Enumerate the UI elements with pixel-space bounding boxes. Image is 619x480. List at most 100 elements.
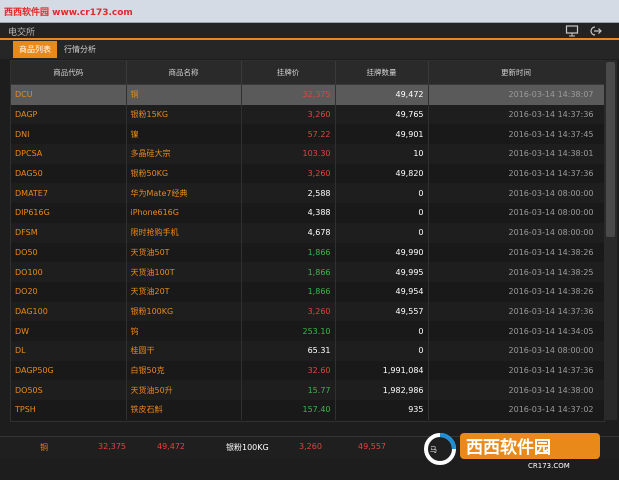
table-row[interactable]: DFSM 限时抢购手机 4,678 0 2016-03-14 08:00:00 xyxy=(11,222,604,243)
cell-code: DAGP xyxy=(11,104,127,125)
cell-price: 1,866 xyxy=(241,281,336,302)
table-row[interactable]: DAG100 银粉100KG 3,260 49,557 2016-03-14 14:37… xyxy=(11,301,604,322)
cell-code: DNI xyxy=(11,124,127,145)
app-header: 电交所 xyxy=(0,23,619,40)
cell-code: DO20 xyxy=(11,281,127,302)
cell-code: DO50S xyxy=(11,380,127,400)
cell-quantity: 49,765 xyxy=(335,104,429,125)
cell-quantity: 935 xyxy=(335,400,429,420)
cell-quantity: 49,901 xyxy=(335,124,429,145)
column-header-quantity[interactable]: 挂牌数量 xyxy=(335,61,429,85)
footer-item2-name: 银粉100KG xyxy=(226,443,269,452)
cell-update-time: 2016-03-14 14:37:36 xyxy=(428,360,604,381)
cell-code: DO100 xyxy=(11,262,127,282)
cell-price: 2,588 xyxy=(241,183,336,204)
cell-price: 57.22 xyxy=(241,124,336,145)
cell-code: DCU xyxy=(11,84,127,105)
cell-update-time: 2016-03-14 14:37:36 xyxy=(428,301,604,322)
cell-price: 103.30 xyxy=(241,144,336,164)
cell-price: 157.40 xyxy=(241,400,336,420)
tab-market-analysis[interactable]: 行情分析 xyxy=(58,41,102,58)
cell-name: 天货油50T xyxy=(126,242,242,263)
cell-update-time: 2016-03-14 14:37:36 xyxy=(428,163,604,184)
column-header-price[interactable]: 挂牌价 xyxy=(241,61,336,85)
table-row[interactable]: DMATE7 华为Mate7经典 2,588 0 2016-03-14 08:00:00 xyxy=(11,183,604,204)
cell-quantity: 0 xyxy=(335,321,429,341)
cell-quantity: 1,991,084 xyxy=(335,360,429,381)
table-row[interactable]: DPCSA 多晶硅大宗 103.30 10 2016-03-14 14:38:01 xyxy=(11,144,604,164)
cell-code: DIP616G xyxy=(11,203,127,223)
window-titlebar: 西西软件园 www.cr173.com xyxy=(0,0,619,23)
cell-name: 白银50克 xyxy=(126,360,242,381)
app-title: 电交所 xyxy=(8,28,36,38)
cell-quantity: 10 xyxy=(335,144,429,164)
cell-name: iPhone616G xyxy=(126,203,242,223)
cell-name: 银粉100KG xyxy=(126,301,242,322)
cell-code: DAG100 xyxy=(11,301,127,322)
scrollbar-thumb[interactable] xyxy=(606,62,615,237)
cell-name: 限时抢购手机 xyxy=(126,222,242,243)
footer-item2-price: 3,260 xyxy=(299,442,322,451)
table-row[interactable]: DCU 铜 32,375 49,472 2016-03-14 14:38:07 xyxy=(11,84,604,105)
table-row[interactable]: DO50S 天货油50升 15.77 1,982,986 2016-03-14 14:3… xyxy=(11,380,604,400)
cell-price: 3,260 xyxy=(241,104,336,125)
table-row[interactable]: DO100 天货油100T 1,866 49,995 2016-03-14 14:38:… xyxy=(11,262,604,282)
cell-update-time: 2016-03-14 14:37:36 xyxy=(428,104,604,125)
table-header-row: 商品代码 商品名称 挂牌价 挂牌数量 更新时间 xyxy=(11,61,604,85)
cell-code: TPSH xyxy=(11,400,127,420)
cell-name: 铁皮石斛 xyxy=(126,400,242,420)
cell-name: 天货油100T xyxy=(126,262,242,282)
footer-item1-price: 32,375 xyxy=(98,442,126,451)
cell-name: 华为Mate7经典 xyxy=(126,183,242,204)
cell-update-time: 2016-03-14 14:38:00 xyxy=(428,380,604,400)
cell-name: 镍 xyxy=(126,124,242,145)
cell-price: 32.60 xyxy=(241,360,336,381)
cell-quantity: 49,557 xyxy=(335,301,429,322)
cell-quantity: 0 xyxy=(335,340,429,361)
cell-update-time: 2016-03-14 08:00:00 xyxy=(428,222,604,243)
cell-update-time: 2016-03-14 08:00:00 xyxy=(428,340,604,361)
column-header-code[interactable]: 商品代码 xyxy=(11,61,127,85)
table-row[interactable]: DIP616G iPhone616G 4,388 0 2016-03-14 08:00:… xyxy=(11,203,604,223)
footer-item2-qty: 49,557 xyxy=(358,442,386,451)
cell-quantity: 49,954 xyxy=(335,281,429,302)
cell-code: DMATE7 xyxy=(11,183,127,204)
cell-price: 253.10 xyxy=(241,321,336,341)
cell-update-time: 2016-03-14 14:38:01 xyxy=(428,144,604,164)
table-row[interactable]: TPSH 铁皮石斛 157.40 935 2016-03-14 14:37:02 xyxy=(11,400,604,420)
cell-code: DAGP50G xyxy=(11,360,127,381)
monitor-icon[interactable] xyxy=(565,25,579,37)
table-row[interactable]: DNI 镍 57.22 49,901 2016-03-14 14:37:45 xyxy=(11,124,604,145)
cell-name: 钨 xyxy=(126,321,242,341)
footer-item1-qty: 49,472 xyxy=(157,442,185,451)
column-header-update-time[interactable]: 更新时间 xyxy=(428,61,604,85)
cell-name: 多晶硅大宗 xyxy=(126,144,242,164)
logo-prefix-text: 马 xyxy=(430,446,437,454)
table-row[interactable]: DL 桂圆干 65.31 0 2016-03-14 08:00:00 xyxy=(11,340,604,361)
cell-name: 铜 xyxy=(126,84,242,105)
cell-code: DL xyxy=(11,340,127,361)
table-row[interactable]: DO20 天货油20T 1,866 49,954 2016-03-14 14:38:26 xyxy=(11,281,604,302)
site-logo-watermark: 马 西西软件园 CR173.COM xyxy=(420,427,606,471)
cell-update-time: 2016-03-14 14:38:26 xyxy=(428,281,604,302)
cell-price: 1,866 xyxy=(241,242,336,263)
cell-code: DO50 xyxy=(11,242,127,263)
logo-sub-text: CR173.COM xyxy=(528,462,570,470)
cell-name: 天货油50升 xyxy=(126,380,242,400)
cell-name: 银粉15KG xyxy=(126,104,242,125)
cell-quantity: 1,982,986 xyxy=(335,380,429,400)
cell-name: 银粉50KG xyxy=(126,163,242,184)
table-row[interactable]: DW 钨 253.10 0 2016-03-14 14:34:05 xyxy=(11,321,604,341)
cell-price: 3,260 xyxy=(241,301,336,322)
table-row[interactable]: DAG50 银粉50KG 3,260 49,820 2016-03-14 14:37:3… xyxy=(11,163,604,184)
table-row[interactable]: DO50 天货油50T 1,866 49,990 2016-03-14 14:38:26 xyxy=(11,242,604,263)
table-row[interactable]: DAGP50G 白银50克 32.60 1,991,084 2016-03-14 14:… xyxy=(11,360,604,381)
vertical-scrollbar[interactable] xyxy=(604,60,617,420)
logout-icon[interactable] xyxy=(588,25,602,37)
cell-price: 15.77 xyxy=(241,380,336,400)
cell-code: DW xyxy=(11,321,127,341)
cell-price: 32,375 xyxy=(241,84,336,105)
tab-product-list[interactable]: 商品列表 xyxy=(13,41,57,58)
table-row[interactable]: DAGP 银粉15KG 3,260 49,765 2016-03-14 14:37:36 xyxy=(11,104,604,125)
column-header-name[interactable]: 商品名称 xyxy=(126,61,242,85)
